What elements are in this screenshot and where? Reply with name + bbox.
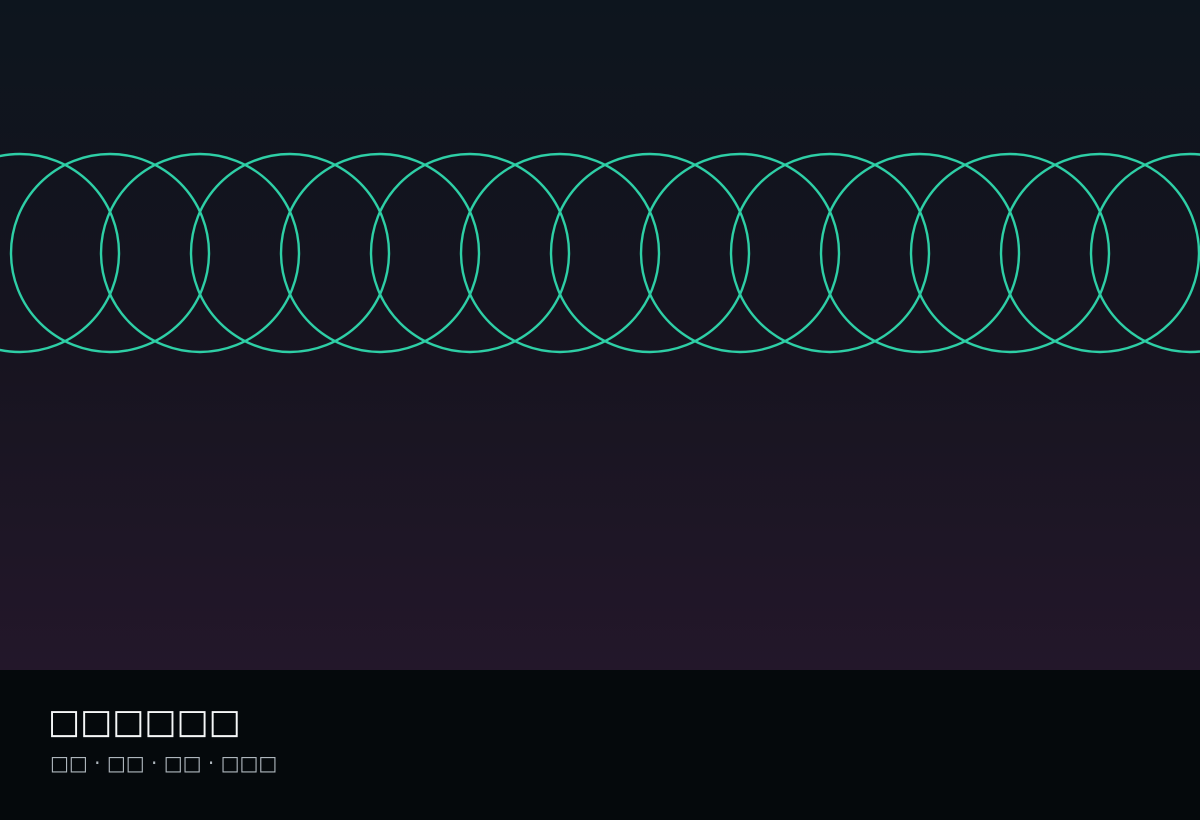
ring-9 (639, 152, 841, 354)
ring-2 (9, 152, 211, 354)
ring-7 (459, 152, 661, 354)
ring-11 (819, 152, 1021, 354)
ring-13 (999, 152, 1200, 354)
artwork-canvas (0, 0, 1200, 670)
ring-12 (909, 152, 1111, 354)
ring-3 (99, 152, 301, 354)
caption-title: □□□□□□ (48, 702, 241, 742)
ring-10 (729, 152, 931, 354)
ring-5 (279, 152, 481, 354)
ring-6 (369, 152, 571, 354)
ring-8 (549, 152, 751, 354)
caption-bar: □□□□□□ □□ · □□ · □□ · □□□ (0, 670, 1200, 820)
ring-chain-artwork (0, 152, 1200, 354)
caption-subtitle: □□ · □□ · □□ · □□□ (50, 751, 278, 775)
ring-14 (1089, 152, 1200, 354)
ring-4 (189, 152, 391, 354)
